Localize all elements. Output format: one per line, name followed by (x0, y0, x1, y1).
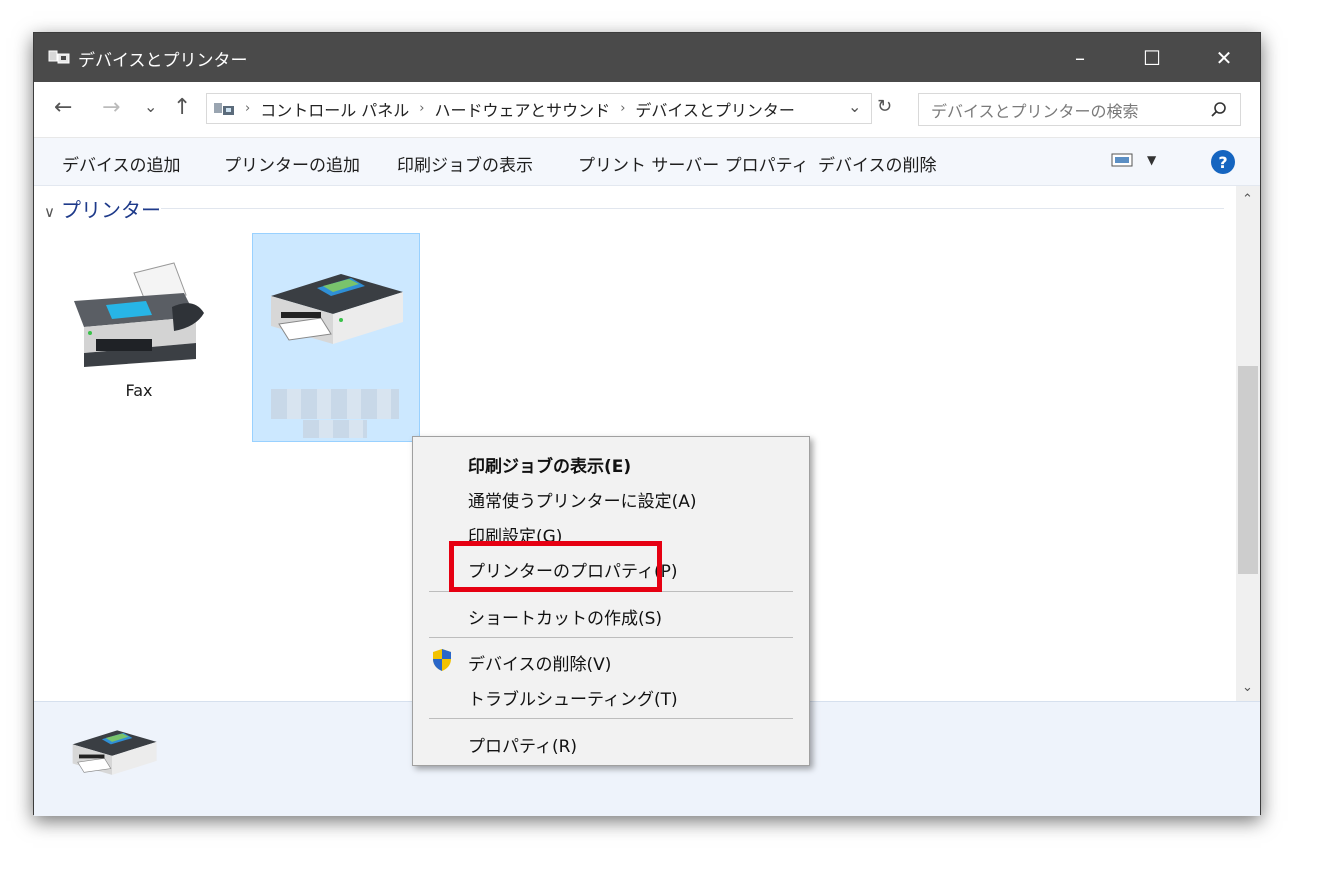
forward-button[interactable]: → (102, 95, 120, 120)
breadcrumb-separator: › (620, 101, 626, 116)
group-divider (161, 208, 1224, 209)
device-label: Fax (125, 381, 153, 400)
menu-item-see-print-jobs[interactable]: 印刷ジョブの表示(E) (468, 452, 631, 477)
breadcrumb-separator: › (245, 101, 251, 116)
recent-locations-button[interactable]: ⌄ (144, 97, 157, 116)
refresh-button[interactable]: ↻ (877, 96, 892, 117)
help-button[interactable]: ? (1211, 150, 1235, 174)
print-server-properties-button[interactable]: プリント サーバー プロパティ (578, 151, 809, 176)
printer-context-menu: 印刷ジョブの表示(E) 通常使うプリンターに設定(A) 印刷設定(G) プリンタ… (412, 436, 810, 766)
minimize-button[interactable]: – (1044, 33, 1116, 82)
control-panel-icon (214, 102, 234, 115)
add-printer-button[interactable]: プリンターの追加 (224, 151, 360, 176)
scroll-up-icon[interactable]: ⌃ (1242, 192, 1253, 207)
close-button[interactable]: ✕ (1188, 33, 1260, 82)
maximize-button[interactable]: ☐ (1116, 33, 1188, 82)
command-toolbar: デバイスの追加 プリンターの追加 印刷ジョブの表示 プリント サーバー プロパテ… (34, 138, 1260, 186)
address-dropdown-button[interactable]: ⌄ (848, 97, 861, 116)
breadcrumb-separator: › (419, 101, 425, 116)
search-input[interactable]: デバイスとプリンターの検索 (918, 93, 1241, 126)
chevron-down-icon: ▼ (1147, 153, 1157, 167)
remove-device-button[interactable]: デバイスの削除 (818, 151, 937, 176)
menu-item-set-default[interactable]: 通常使うプリンターに設定(A) (468, 487, 697, 512)
device-fax[interactable]: Fax (64, 261, 214, 431)
breadcrumb-hardware-sound[interactable]: ハードウェアとサウンド (435, 97, 611, 121)
blurred-device-label (303, 420, 367, 438)
vertical-scrollbar[interactable]: ⌃ ⌄ (1236, 186, 1260, 701)
see-print-jobs-button[interactable]: 印刷ジョブの表示 (397, 151, 533, 176)
title-bar[interactable]: デバイスとプリンター – ☐ ✕ (34, 33, 1260, 82)
menu-item-create-shortcut[interactable]: ショートカットの作成(S) (468, 604, 662, 629)
menu-item-troubleshoot[interactable]: トラブルシューティング(T) (468, 685, 678, 710)
menu-separator (429, 718, 793, 719)
scrollbar-thumb[interactable] (1238, 366, 1258, 574)
blurred-device-label (271, 389, 399, 419)
back-button[interactable]: ← (54, 95, 72, 120)
search-placeholder: デバイスとプリンターの検索 (931, 101, 1139, 121)
breadcrumb-control-panel[interactable]: コントロール パネル (260, 97, 409, 121)
search-icon (1211, 102, 1226, 117)
group-label: プリンター (60, 198, 161, 222)
help-icon: ? (1218, 152, 1228, 172)
device-printer-selected[interactable] (252, 233, 420, 442)
address-bar: ← → ⌄ ↑ › コントロール パネル › ハードウェアとサウンド › デバイ… (34, 82, 1260, 138)
menu-item-properties[interactable]: プロパティ(R) (468, 732, 577, 757)
view-icon (1111, 153, 1133, 167)
menu-separator (429, 637, 793, 638)
printers-group-header[interactable]: ∨ プリンター (44, 194, 161, 223)
up-button[interactable]: ↑ (173, 95, 191, 120)
highlight-box (449, 541, 662, 592)
scroll-down-icon[interactable]: ⌄ (1242, 680, 1253, 695)
add-device-button[interactable]: デバイスの追加 (62, 151, 181, 176)
change-view-button[interactable]: ▼ (1111, 152, 1156, 168)
chevron-down-icon: ∨ (44, 203, 55, 221)
window-title: デバイスとプリンター (78, 51, 248, 71)
printer-icon (72, 730, 157, 775)
breadcrumb[interactable]: › コントロール パネル › ハードウェアとサウンド › デバイスとプリンター (206, 93, 872, 124)
menu-item-remove-device[interactable]: デバイスの削除(V) (468, 650, 611, 675)
breadcrumb-devices-printers[interactable]: デバイスとプリンター (635, 97, 795, 121)
fax-icon (74, 262, 204, 367)
printer-icon (271, 274, 403, 344)
shield-icon (433, 649, 451, 671)
devices-printers-icon (48, 50, 70, 64)
